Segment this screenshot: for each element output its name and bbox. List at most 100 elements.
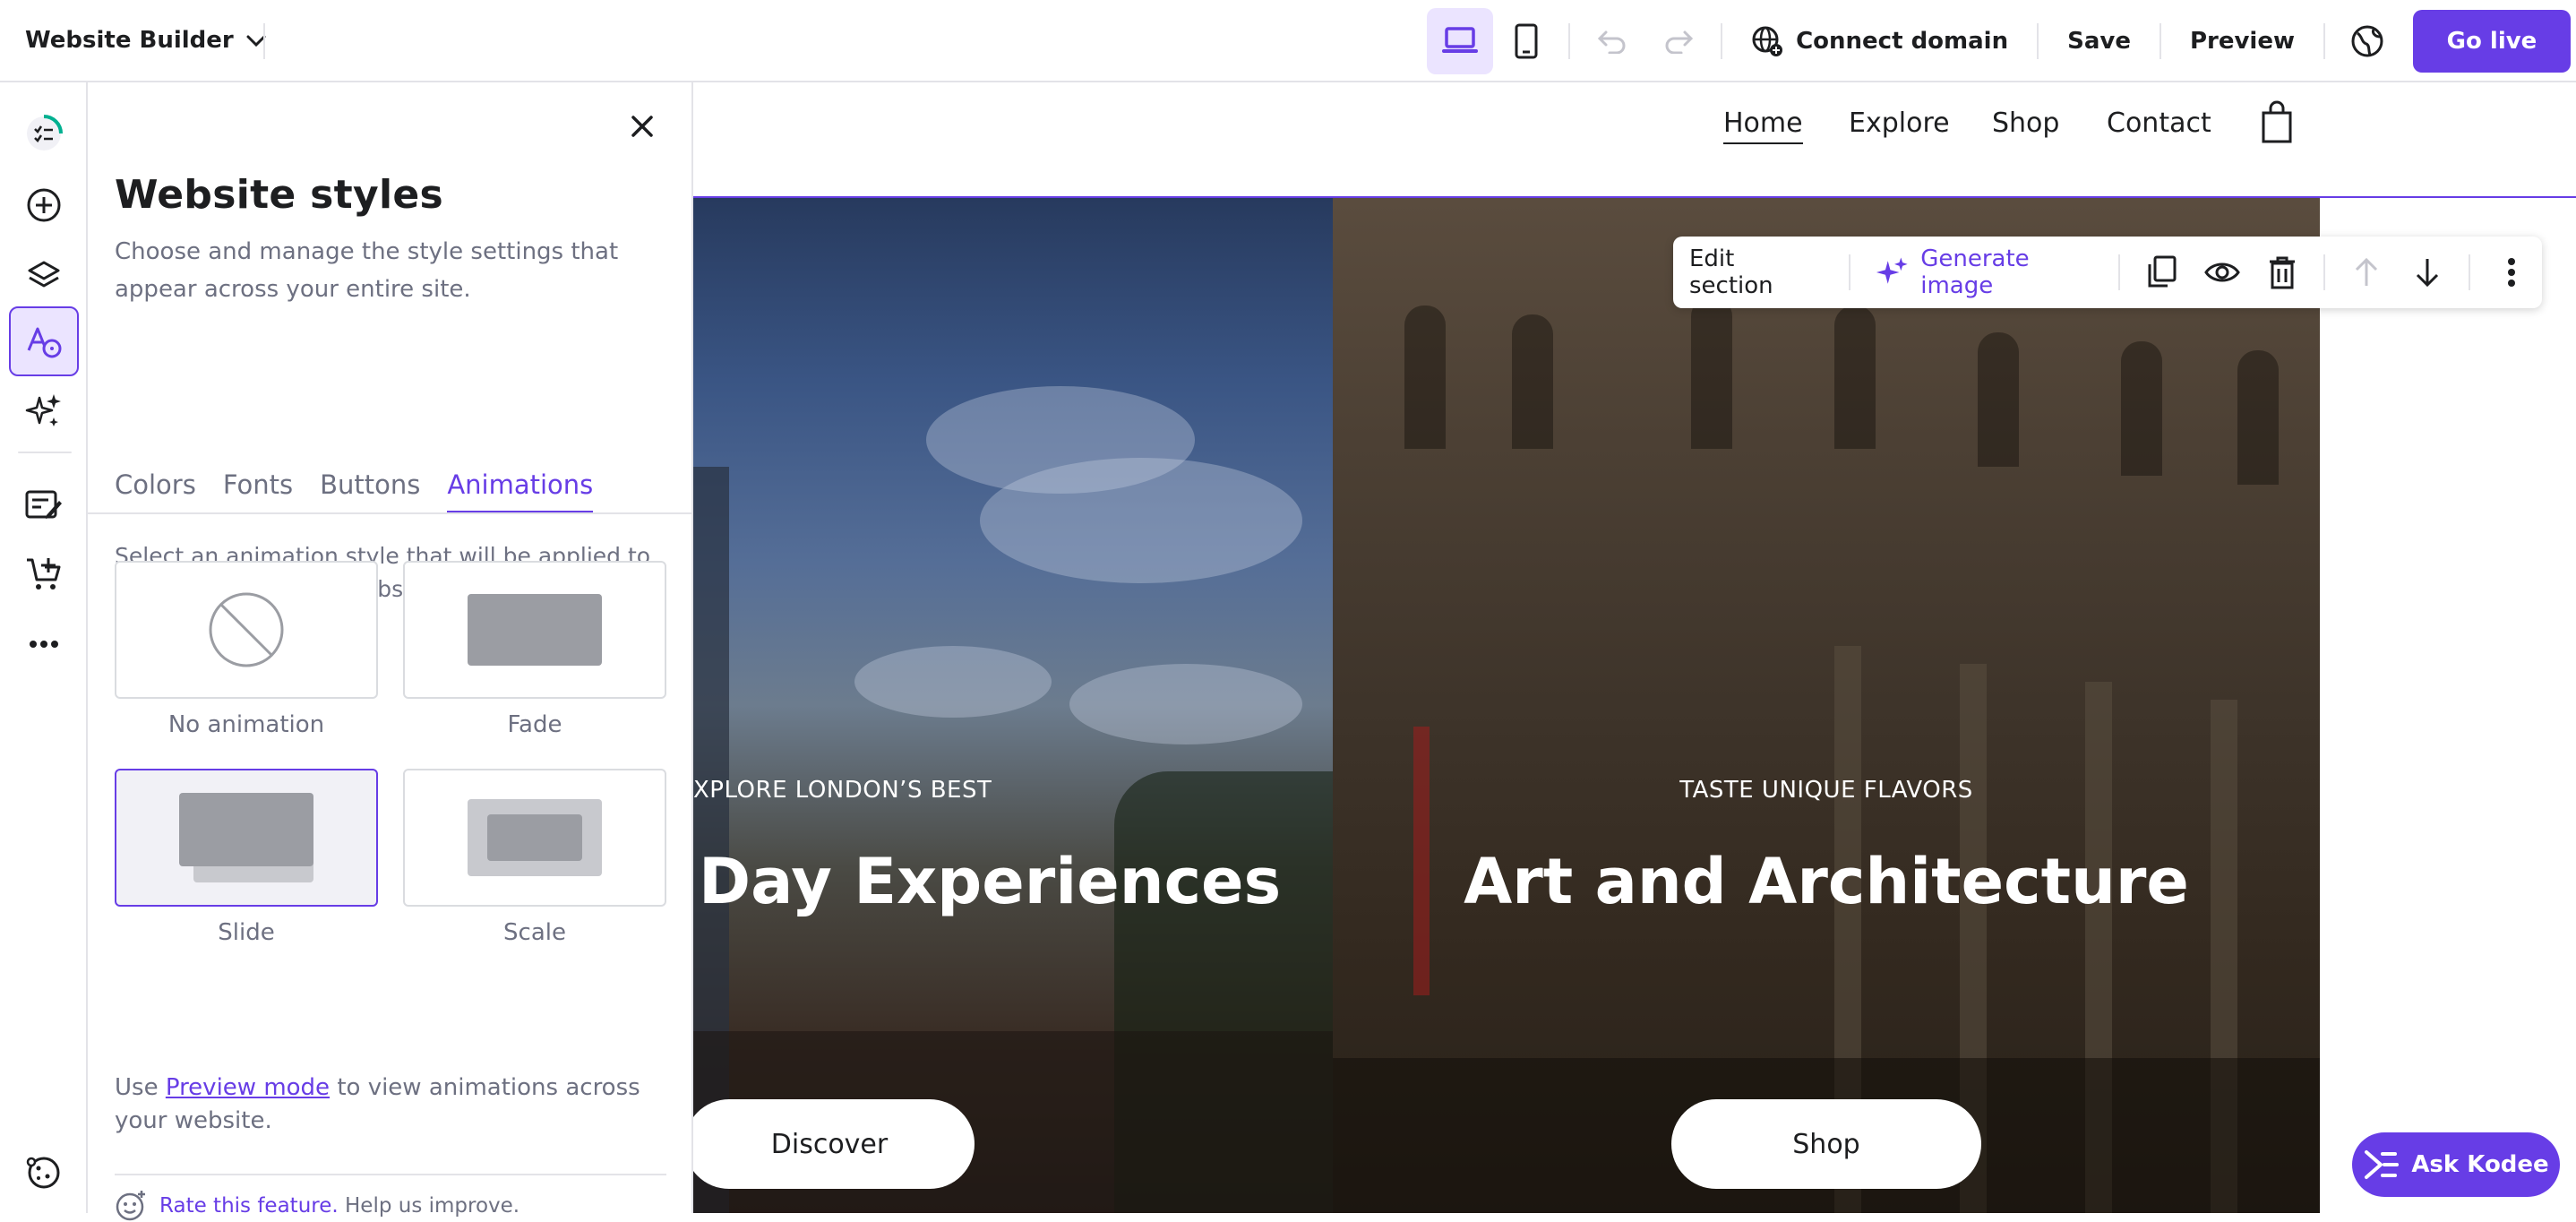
nav-explore[interactable]: Explore (1849, 108, 1950, 139)
tab-buttons[interactable]: Buttons (320, 469, 420, 513)
website-styles-button[interactable] (9, 306, 79, 376)
divider (1848, 254, 1850, 290)
sparkles-icon (1876, 257, 1908, 284)
ai-tools-button[interactable] (9, 376, 79, 446)
tabs-divider (88, 512, 693, 514)
connect-domain-button[interactable]: Connect domain (1731, 8, 2028, 74)
ask-kodee-button[interactable]: Ask Kodee (2352, 1132, 2560, 1197)
desktop-view-button[interactable] (1427, 8, 1494, 74)
divider (2037, 23, 2039, 59)
fade-option[interactable] (403, 561, 666, 699)
divider (263, 23, 265, 59)
go-live-button[interactable]: Go live (2413, 10, 2571, 73)
tab-fonts[interactable]: Fonts (223, 469, 293, 513)
undo-button[interactable] (1579, 8, 1645, 74)
hero-left-kicker: XPLORE LONDON’S BEST (693, 777, 992, 804)
copy-icon (2148, 255, 2177, 288)
slide-preview-shape (179, 793, 313, 882)
trash-icon (2270, 256, 2296, 289)
divider (2159, 23, 2161, 59)
more-button[interactable] (9, 609, 79, 679)
tab-colors[interactable]: Colors (115, 469, 196, 513)
visibility-button[interactable] (2192, 239, 2253, 306)
app-switcher[interactable]: Website Builder (0, 0, 266, 81)
help-button[interactable] (9, 1138, 79, 1208)
hero-left-headline: Day Experiences (699, 845, 1282, 918)
ask-kodee-label: Ask Kodee (2411, 1151, 2549, 1178)
scale-option[interactable] (403, 769, 666, 907)
globe-plus-icon (1752, 26, 1783, 56)
kodee-icon (2365, 1150, 2400, 1179)
hero-card-left[interactable]: XPLORE LONDON’S BEST Day Experiences Dis… (693, 198, 1333, 1213)
divider (2117, 254, 2120, 290)
app-title: Website Builder (25, 27, 234, 54)
no-animation-option[interactable] (115, 561, 378, 699)
more-vertical-icon (2508, 258, 2516, 287)
save-button[interactable]: Save (2048, 8, 2151, 74)
preview-button[interactable]: Preview (2170, 8, 2314, 74)
generate-image-label: Generate image (1920, 245, 2030, 299)
hero-empty-area (2320, 198, 2576, 1213)
store-button[interactable] (9, 539, 79, 609)
duplicate-button[interactable] (2131, 239, 2192, 306)
phone-icon (1515, 23, 1538, 59)
hero-card-right[interactable]: TASTE UNIQUE FLAVORS Art and Architectur… (1333, 198, 2320, 1213)
divider (1721, 23, 1723, 59)
laptop-icon (1442, 27, 1479, 53)
nav-home[interactable]: Home (1723, 108, 1803, 144)
rate-feature-link[interactable]: Rate this feature. (159, 1194, 339, 1218)
discover-button[interactable]: Discover (693, 1099, 975, 1189)
language-button[interactable] (2334, 8, 2400, 74)
top-bar-actions: Connect domain Save Preview Go live (1427, 0, 2576, 82)
website-styles-panel: Website styles Choose and manage the sty… (88, 82, 693, 1221)
style-tabs: Colors Fonts Buttons Animations (115, 469, 594, 513)
generate-image-button[interactable]: Generate image (1861, 245, 2108, 299)
no-animation-label: No animation (167, 711, 325, 738)
slide-option[interactable] (115, 769, 378, 907)
scale-preview-shape (468, 799, 602, 876)
preview-mode-link[interactable]: Preview mode (166, 1074, 330, 1101)
divider (2323, 254, 2326, 290)
cart-button[interactable] (2261, 100, 2293, 147)
nav-contact[interactable]: Contact (2107, 108, 2211, 139)
panel-title: Website styles (115, 172, 443, 218)
divider (2469, 254, 2471, 290)
rate-feature: Rate this feature. Help us improve. (115, 1190, 519, 1222)
move-down-button[interactable] (2397, 239, 2458, 306)
tab-animations[interactable]: Animations (447, 469, 594, 513)
close-icon (631, 116, 653, 137)
slide-label: Slide (218, 919, 275, 946)
more-options-button[interactable] (2481, 239, 2542, 306)
fade-label: Fade (507, 711, 562, 738)
edit-section-button[interactable]: Edit section (1689, 245, 1838, 299)
divider (1568, 23, 1571, 59)
arrow-up-icon (2356, 257, 2378, 286)
hero-right-headline: Art and Architecture (1464, 845, 2189, 918)
layers-icon (28, 261, 60, 288)
panel-subtitle: Choose and manage the style settings tha… (115, 238, 619, 303)
add-element-button[interactable] (9, 170, 79, 240)
redo-icon (1665, 30, 1694, 54)
rate-divider (115, 1174, 666, 1175)
mobile-view-button[interactable] (1493, 8, 1559, 74)
shop-button[interactable]: Shop (1671, 1099, 1981, 1189)
layers-button[interactable] (9, 242, 79, 312)
shopping-bag-icon (2262, 100, 2292, 143)
eye-icon (2203, 262, 2240, 282)
nav-shop[interactable]: Shop (1992, 108, 2059, 139)
checklist-button[interactable] (9, 99, 79, 168)
site-canvas: Home Explore Shop Contact XPLORE LONDON’… (693, 82, 2576, 1213)
edit-document-icon (25, 490, 62, 519)
cart-plus-icon (27, 558, 61, 589)
no-entry-icon (209, 592, 284, 667)
smile-plus-icon (116, 1191, 145, 1221)
plus-circle-icon (27, 188, 61, 222)
blog-button[interactable] (9, 469, 79, 539)
delete-button[interactable] (2253, 239, 2314, 306)
hero-right-kicker: TASTE UNIQUE FLAVORS (1679, 777, 1973, 804)
move-up-button[interactable] (2336, 239, 2397, 306)
redo-button[interactable] (1645, 8, 1712, 74)
top-bar: Website Builder Connect domain Save Prev… (0, 0, 2576, 82)
rail-divider (18, 452, 72, 453)
close-button[interactable] (620, 104, 665, 149)
